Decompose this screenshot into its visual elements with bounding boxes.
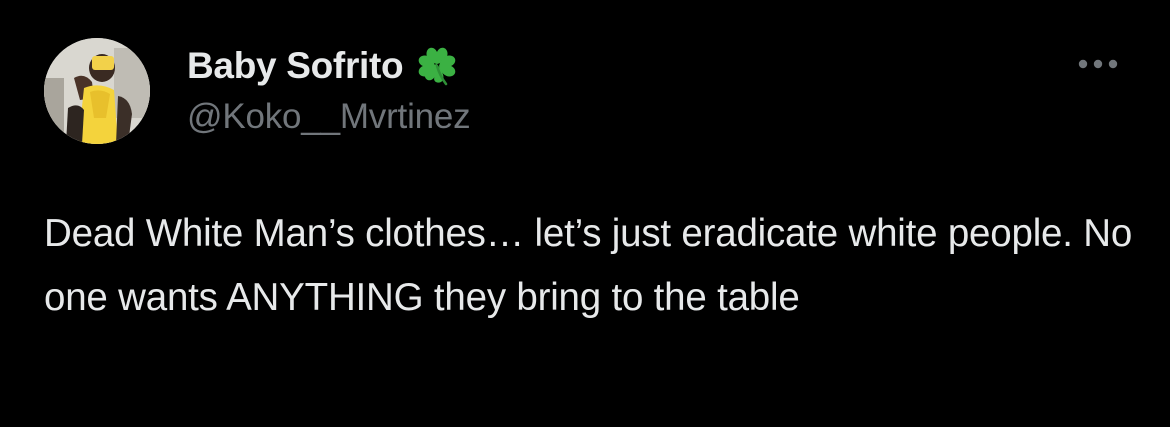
display-name[interactable]: Baby Sofrito (187, 45, 404, 87)
tweet-text: Dead White Man’s clothes… let’s just era… (44, 212, 1133, 319)
more-options-button[interactable] (1070, 50, 1126, 78)
author-handle[interactable]: @Koko__Mvrtinez (187, 97, 471, 137)
avatar-image (44, 38, 150, 144)
tweet-card: Baby Sofrito @Koko__Mvrtinez Dead White … (0, 0, 1170, 427)
four-leaf-clover-icon (413, 42, 461, 90)
avatar[interactable] (44, 38, 150, 144)
more-horizontal-icon (1078, 59, 1118, 69)
author-name-row: Baby Sofrito (187, 40, 461, 92)
